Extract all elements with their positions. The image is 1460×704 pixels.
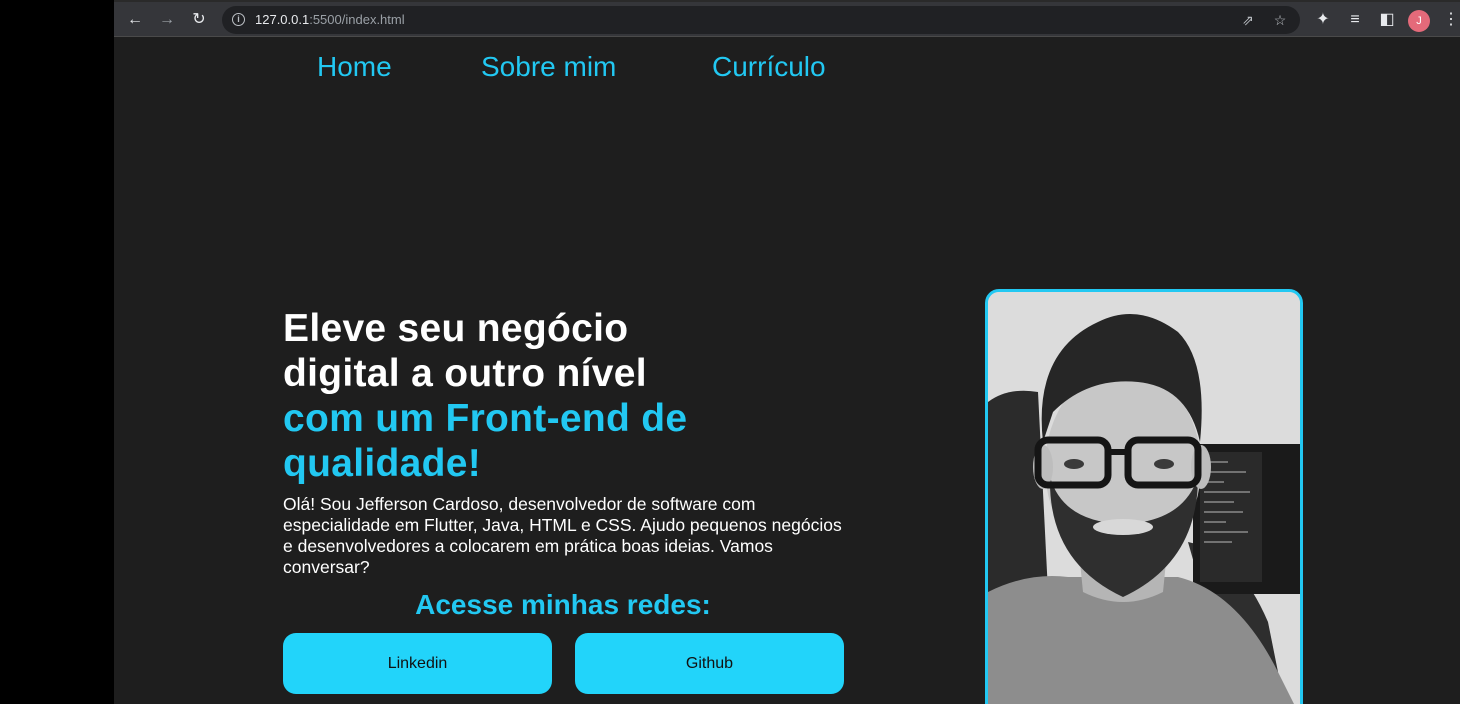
profile-avatar[interactable]: J [1408,10,1430,32]
reload-icon[interactable]: ↻ [188,9,210,31]
nav-link-home[interactable]: Home [317,51,392,83]
browser-window: ← → ↻ i 127.0.0.1:5500/index.html ⇗ ☆ ✦ … [114,0,1460,704]
media-queue-icon[interactable]: ≡ [1344,9,1366,31]
url-text[interactable]: 127.0.0.1:5500/index.html [255,12,405,27]
browser-toolbar: ← → ↻ i 127.0.0.1:5500/index.html ⇗ ☆ ✦ … [114,0,1460,37]
headline-accent-line-2: qualidade! [283,442,482,485]
bookmark-star-icon[interactable]: ☆ [1270,10,1290,30]
linkedin-button[interactable]: Linkedin [283,633,552,694]
profile-photo [985,289,1303,704]
more-menu-icon[interactable]: ⋮ [1440,9,1460,31]
nav-link-sobre-mim[interactable]: Sobre mim [481,51,616,83]
headline-line-1: Eleve seu negócio [283,307,629,350]
headline-line-2: digital a outro nível [283,352,647,395]
github-button[interactable]: Github [575,633,844,694]
url-path: :5500/index.html [309,12,405,27]
extensions-puzzle-icon[interactable]: ✦ [1312,9,1334,31]
site-info-icon[interactable]: i [232,13,245,26]
address-bar[interactable]: i 127.0.0.1:5500/index.html ⇗ ☆ [222,6,1300,34]
page-viewport: Home Sobre mim Currículo Eleve seu negóc… [114,38,1460,704]
forward-arrow-icon[interactable]: → [156,9,178,31]
share-icon[interactable]: ⇗ [1238,10,1258,30]
headline-accent-line-1: com um Front-end de [283,397,688,440]
hero-intro-text: Olá! Sou Jefferson Cardoso, desenvolvedo… [283,494,842,577]
hero-headline: Eleve seu negócio digital a outro nível … [283,306,843,486]
back-arrow-icon[interactable]: ← [124,9,146,31]
profile-photo-illustration [988,292,1300,704]
screen: ← → ↻ i 127.0.0.1:5500/index.html ⇗ ☆ ✦ … [0,0,1460,704]
nav-link-curriculo[interactable]: Currículo [712,51,826,83]
social-title: Acesse minhas redes: [415,589,711,620]
side-panel-icon[interactable]: ◧ [1376,9,1398,31]
url-host: 127.0.0.1 [255,12,310,27]
